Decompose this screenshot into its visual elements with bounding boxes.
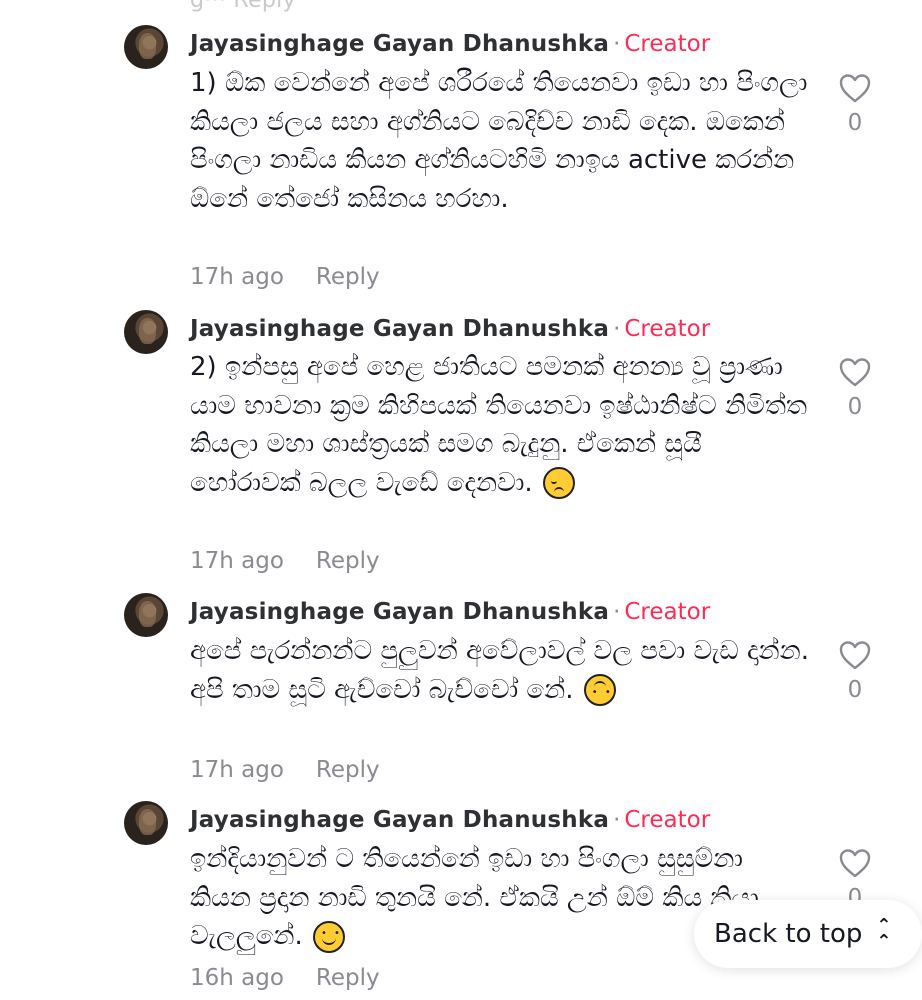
comment-text: 2) ඉන්පසු අපේ හෙළ ජාතියට පමනක් අනන්‍ය වූ… [190, 348, 810, 502]
timestamp: 17h ago [190, 264, 284, 290]
comment-body: අපේ පැරන්නන්ට පුලුවන් අවේලාවල් වල පවා වැ… [190, 636, 809, 705]
heart-outline-icon[interactable] [838, 847, 872, 879]
separator: · [613, 599, 621, 625]
heart-outline-icon[interactable] [838, 72, 872, 104]
reply-button[interactable]: Reply [316, 757, 380, 783]
double-chevron-up-icon: ⌃ ⌃ [876, 915, 892, 952]
comment-meta: 17h ago Reply [190, 264, 380, 290]
pensive-emoji-icon [542, 467, 575, 499]
separator: · [613, 31, 621, 57]
heart-outline-icon[interactable] [838, 639, 872, 671]
timestamp: 17h ago [190, 757, 284, 783]
comment-meta: 17h ago Reply [190, 548, 380, 574]
like-count: 0 [847, 110, 863, 136]
heart-outline-icon[interactable] [838, 356, 872, 388]
avatar[interactable] [124, 25, 168, 69]
like-button[interactable]: 0 [838, 639, 872, 703]
creator-badge: Creator [624, 31, 711, 57]
like-button[interactable]: 0 [838, 356, 872, 420]
back-to-top-button[interactable]: Back to top ⌃ ⌃ [694, 900, 922, 968]
like-count: 0 [847, 677, 863, 703]
creator-badge: Creator [624, 807, 711, 833]
upside-down-face-emoji-icon [583, 674, 616, 706]
comment-meta: 17h ago Reply [190, 757, 380, 783]
timestamp: 16h ago [190, 965, 284, 991]
reply-button[interactable]: Reply [316, 965, 380, 991]
comment-header: Jayasinghage Gayan Dhanushka · Creator [190, 598, 710, 626]
comment-body: 1) ඕක වෙන්නේ අපේ ශරීරයේ තියෙනවා ඉඩා හා ප… [190, 68, 808, 214]
previous-comment-reply-partial: g··· Reply [190, 0, 296, 13]
like-count: 0 [847, 394, 863, 420]
avatar[interactable] [124, 310, 168, 354]
comment-meta: 16h ago Reply [190, 965, 380, 991]
creator-badge: Creator [624, 599, 711, 625]
reply-button[interactable]: Reply [316, 548, 380, 574]
timestamp: 17h ago [190, 548, 284, 574]
avatar[interactable] [124, 593, 168, 637]
slightly-smiling-face-emoji-icon [312, 920, 345, 953]
author-name[interactable]: Jayasinghage Gayan Dhanushka [190, 599, 609, 625]
comment-body: 2) ඉන්පසු අපේ හෙළ ජාතියට පමනක් අනන්‍ය වූ… [190, 352, 808, 498]
comment-header: Jayasinghage Gayan Dhanushka · Creator [190, 806, 710, 834]
creator-badge: Creator [624, 316, 711, 342]
separator: · [613, 316, 621, 342]
separator: · [613, 807, 621, 833]
comment-header: Jayasinghage Gayan Dhanushka · Creator [190, 30, 710, 58]
author-name[interactable]: Jayasinghage Gayan Dhanushka [190, 316, 609, 342]
reply-button[interactable]: Reply [316, 264, 380, 290]
like-button[interactable]: 0 [838, 72, 872, 136]
avatar[interactable] [124, 801, 168, 845]
back-to-top-label: Back to top [714, 919, 863, 949]
comment-text: 1) ඕක වෙන්නේ අපේ ශරීරයේ තියෙනවා ඉඩා හා ප… [190, 64, 810, 218]
comment-header: Jayasinghage Gayan Dhanushka · Creator [190, 315, 710, 343]
comment-text: අපේ පැරන්නන්ට පුලුවන් අවේලාවල් වල පවා වැ… [190, 632, 810, 709]
comment-body: ඉන්දියානුවන් ට තියෙන්නේ ඉඩා හා පිංගලා සු… [190, 844, 759, 951]
author-name[interactable]: Jayasinghage Gayan Dhanushka [190, 31, 609, 57]
author-name[interactable]: Jayasinghage Gayan Dhanushka [190, 807, 609, 833]
